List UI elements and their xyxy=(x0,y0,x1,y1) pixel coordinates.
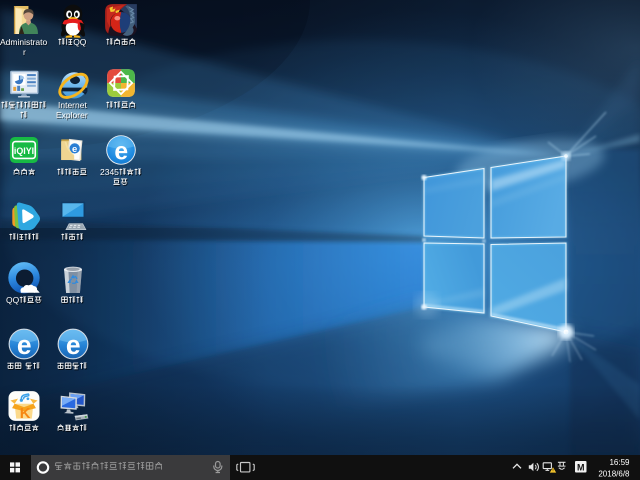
svg-text:M: M xyxy=(577,462,585,472)
svg-text:2018/6/8: 2018/6/8 xyxy=(598,470,630,479)
svg-text:16:59: 16:59 xyxy=(609,458,630,467)
